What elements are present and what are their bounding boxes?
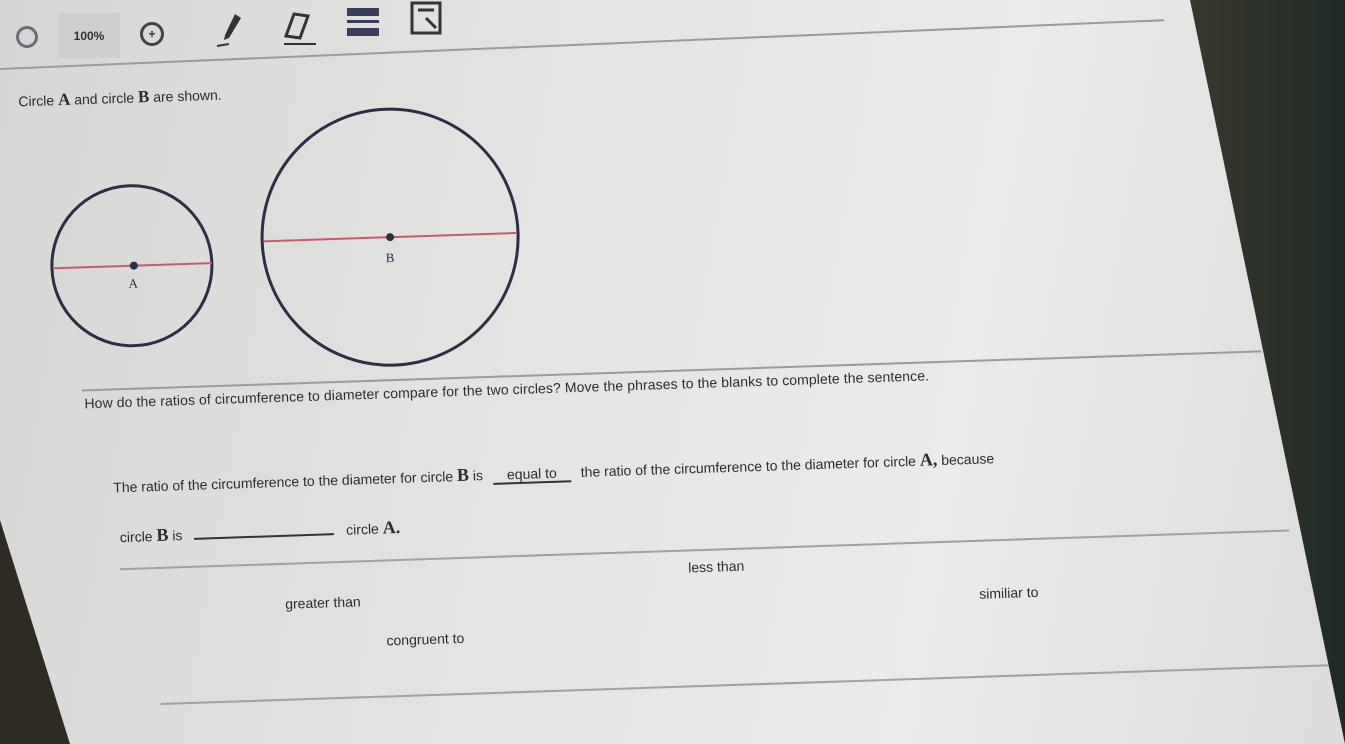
sentence-circle-b: B xyxy=(456,464,470,486)
sentence-part2: the ratio of the circumference to the di… xyxy=(580,452,917,480)
blank-2[interactable] xyxy=(193,519,335,540)
phrase-congruent-to[interactable]: congruent to xyxy=(386,630,464,649)
sentence-circle-a: A, xyxy=(919,449,938,470)
sentence-part3: because xyxy=(940,450,995,468)
line2-is: is xyxy=(172,527,183,544)
sentence-line-1: The ratio of the circumference to the di… xyxy=(113,447,995,497)
screen: 100% + Circle A and circle B are shown. xyxy=(0,0,1345,744)
prompt-mid: and circle xyxy=(73,89,135,108)
prompt-pre: Circle xyxy=(18,92,55,110)
line2-post: circle xyxy=(345,520,380,538)
phrase-less-than[interactable]: less than xyxy=(688,558,745,576)
circle-a-label: A xyxy=(128,276,138,291)
phrase-similar-to[interactable]: similiar to xyxy=(979,584,1039,602)
line2-pre: circle xyxy=(119,528,153,546)
prompt-post: are shown. xyxy=(152,86,222,105)
line2-circle-a: A. xyxy=(382,516,401,538)
circles-figure: A B xyxy=(50,107,520,367)
blank-1[interactable]: equal to xyxy=(492,464,572,485)
sentence-line-2: circle B is circle A. xyxy=(120,517,401,547)
question-prompt: Circle A and circle B are shown. xyxy=(18,85,222,112)
circle-b-center xyxy=(386,233,395,242)
question-content: Circle A and circle B are shown. A B How… xyxy=(0,0,1345,744)
prompt-circle-b: B xyxy=(137,87,150,107)
divider xyxy=(160,663,1345,706)
sentence-part1: The ratio of the circumference to the di… xyxy=(112,468,454,496)
line2-circle-b: B xyxy=(156,524,169,546)
circle-b-label: B xyxy=(386,250,395,265)
circle-a: A xyxy=(50,184,214,348)
phrase-greater-than[interactable]: greater than xyxy=(285,593,361,611)
circle-a-center xyxy=(129,261,138,270)
sentence-is: is xyxy=(472,467,484,484)
prompt-circle-a: A xyxy=(57,89,71,110)
circle-b: B xyxy=(260,107,520,367)
